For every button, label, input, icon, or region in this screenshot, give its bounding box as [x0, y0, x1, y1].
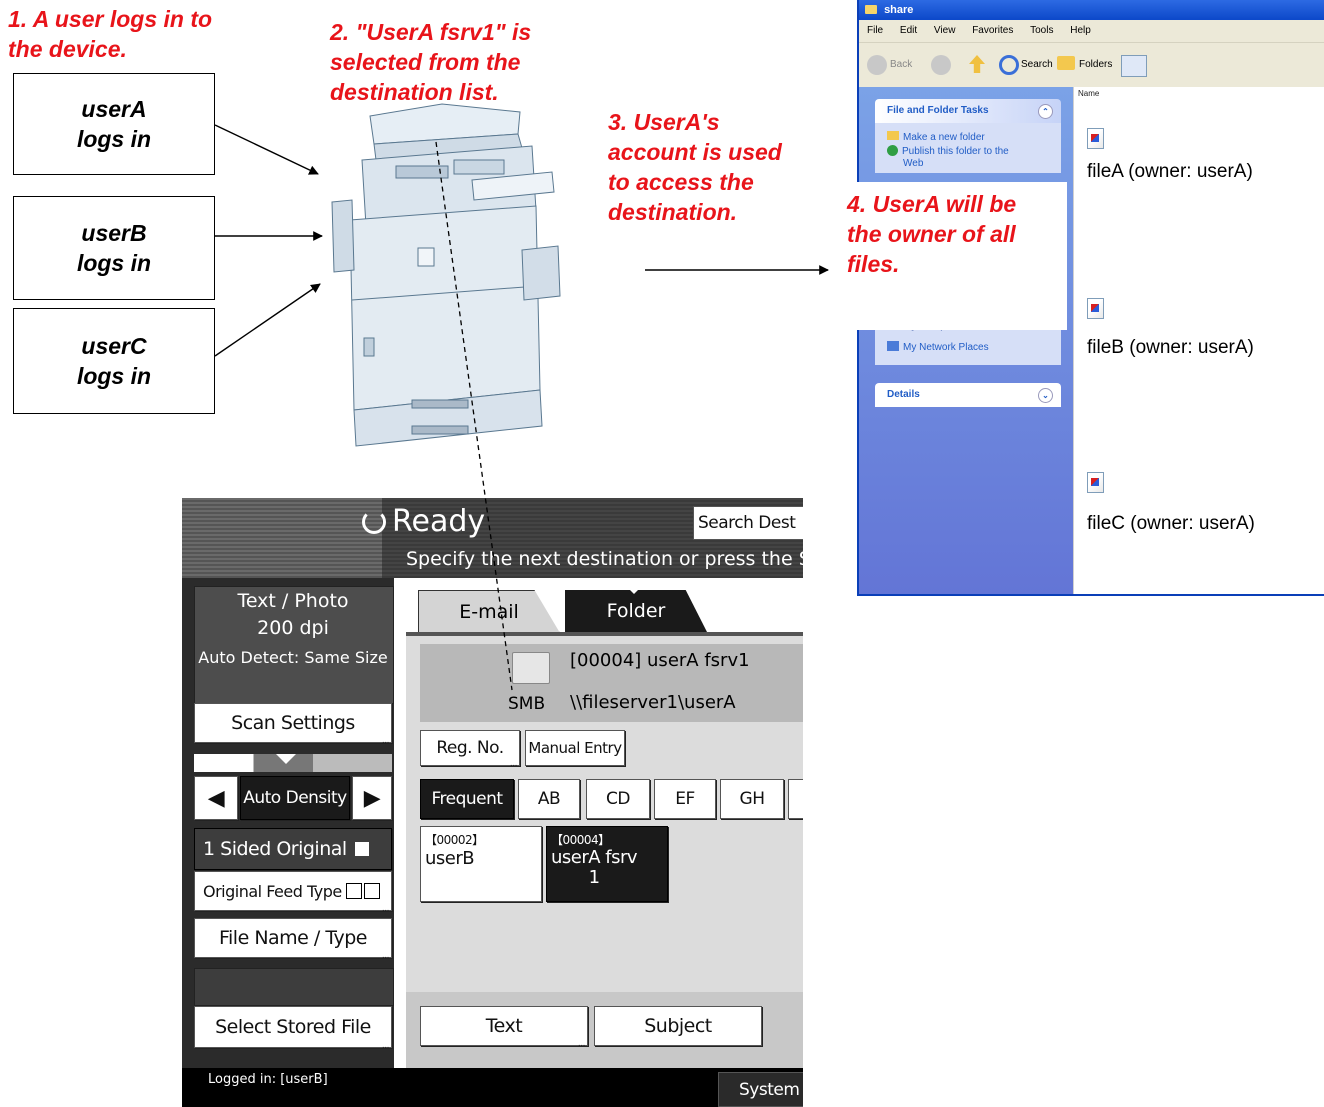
- arrow-overlay: [214, 124, 829, 691]
- dashed-link-destination: [435, 141, 513, 691]
- arrow-userc-to-device: [214, 283, 321, 357]
- arrow-usera-to-device: [214, 124, 319, 175]
